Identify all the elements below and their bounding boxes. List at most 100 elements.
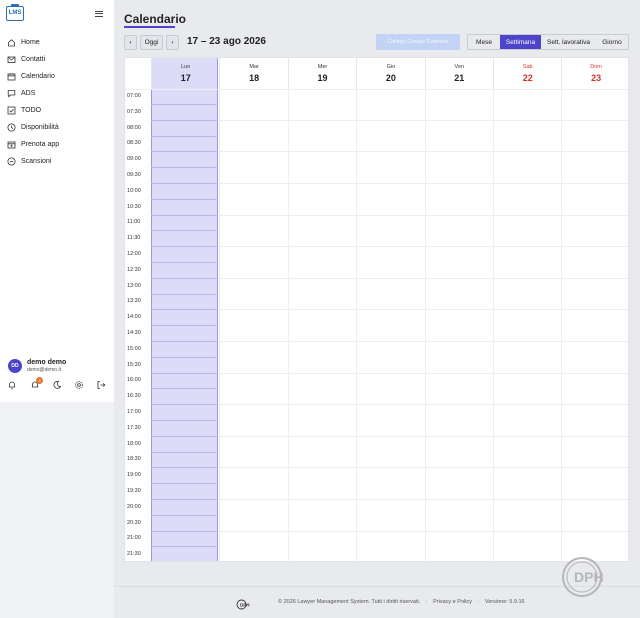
view-week-button[interactable]: Settimana	[500, 35, 541, 49]
gear-icon[interactable]	[74, 380, 84, 390]
sidebar-item-label: ADS	[21, 89, 36, 97]
notification-badge: 4	[36, 377, 43, 384]
hour-line	[219, 530, 628, 532]
hour-line	[219, 246, 628, 248]
home-icon	[7, 38, 16, 47]
view-workweek-button[interactable]: Sett. lavorativa	[541, 35, 596, 49]
footer: © 2026 Lawyer Management System. Tutti i…	[278, 599, 529, 605]
time-label: 20:00	[127, 503, 141, 510]
svg-text:DPH: DPH	[240, 602, 250, 607]
time-slot-line	[151, 483, 218, 485]
time-slot-line	[151, 214, 218, 216]
time-label: 08:00	[127, 124, 141, 131]
time-slot-line	[151, 388, 218, 390]
sidebar-item-calendario[interactable]: Calendario	[7, 69, 107, 83]
day-name: Dom	[590, 64, 602, 70]
version-text: Versione: 5.9.16	[484, 599, 525, 605]
sidebar-item-contatti[interactable]: Contatti	[7, 52, 107, 66]
column-divider	[219, 89, 221, 561]
time-label: 12:30	[127, 266, 141, 273]
app-logo[interactable]: LMS	[6, 6, 24, 21]
bell-icon[interactable]	[7, 380, 17, 390]
view-month-button[interactable]: Mese	[468, 35, 500, 49]
connect-google-calendar-button[interactable]: Collega Google Calendar	[376, 34, 460, 50]
time-slot-line	[151, 309, 218, 311]
day-name: Sab	[522, 64, 533, 70]
day-header-ven[interactable]: Ven 21	[424, 58, 493, 89]
moon-icon[interactable]	[52, 380, 62, 390]
day-header-dom[interactable]: Dom 23	[561, 58, 628, 89]
day-header-mer[interactable]: Mer 19	[287, 58, 356, 89]
sidebar-item-label: Home	[21, 38, 40, 46]
date-range: 17 – 23 ago 2026	[187, 36, 266, 47]
view-day-button[interactable]: Giorno	[596, 35, 628, 49]
time-slot-line	[151, 530, 218, 532]
user-profile[interactable]: DD demo demo demo@demo.it	[8, 358, 108, 374]
sidebar-item-todo[interactable]: TODO	[7, 103, 107, 117]
menu-toggle-icon[interactable]	[95, 11, 103, 17]
footer-separator: ·	[477, 599, 480, 605]
column-divider	[424, 89, 426, 561]
time-label: 20:30	[127, 519, 141, 526]
day-header-gio[interactable]: Gio 20	[356, 58, 424, 89]
time-slot-line	[151, 262, 218, 263]
hour-line	[219, 183, 628, 184]
time-label: 09:00	[127, 156, 141, 163]
dph-watermark-logo: DPH	[560, 555, 622, 599]
time-label: 15:30	[127, 361, 141, 368]
day-header-lun[interactable]: Lun 17	[151, 58, 219, 89]
time-slot-line	[151, 119, 218, 121]
time-label: 17:00	[127, 409, 141, 415]
time-slot-line	[151, 467, 218, 469]
sidebar-item-ads[interactable]: ADS	[7, 86, 107, 100]
day-name: Lun	[181, 64, 191, 70]
day-number: 17	[180, 73, 191, 83]
time-slot-line	[151, 277, 218, 279]
sidebar-item-label: TODO	[21, 106, 42, 114]
time-label: 11:00	[127, 219, 141, 226]
time-label: 21:00	[127, 535, 141, 542]
time-label: 10:30	[127, 203, 141, 210]
checkbox-icon	[7, 106, 16, 115]
column-divider	[287, 89, 289, 561]
prev-button[interactable]: ‹	[124, 35, 137, 50]
hour-line	[219, 277, 628, 279]
sidebar-item-prenota-app[interactable]: Prenota app	[7, 137, 107, 151]
time-label: 16:30	[127, 393, 141, 400]
next-button[interactable]: ›	[166, 35, 179, 50]
time-label: 15:00	[127, 345, 141, 352]
time-slot-line	[151, 104, 218, 105]
time-slot-line	[151, 325, 218, 327]
time-label: 08:30	[127, 140, 141, 147]
avatar: DD	[8, 359, 22, 373]
day-header-mar[interactable]: Mar 18	[219, 58, 287, 89]
time-slot-line	[151, 246, 218, 248]
privacy-link[interactable]: Privacy e Policy	[433, 599, 472, 605]
user-email: demo@demo.it	[27, 367, 61, 373]
sidebar-item-disponibilit[interactable]: Disponibilità	[7, 120, 107, 134]
column-divider	[356, 89, 358, 561]
time-slot-line	[151, 420, 218, 421]
time-label: 19:00	[127, 472, 141, 479]
today-button[interactable]: Oggi	[140, 35, 163, 50]
day-number: 22	[522, 73, 533, 83]
hour-line	[219, 214, 628, 216]
time-slot-line	[151, 167, 218, 169]
logout-icon[interactable]	[96, 380, 106, 390]
app-logo-tab	[11, 4, 19, 7]
time-slot-line	[151, 151, 218, 153]
notifications-icon[interactable]: 4	[30, 377, 43, 390]
time-label: 16:00	[127, 377, 141, 384]
time-slot-line	[151, 135, 218, 137]
chat-icon	[7, 89, 16, 98]
watermark-text: DPH	[574, 569, 604, 585]
sidebar-item-home[interactable]: Home	[7, 35, 107, 49]
day-header-sab[interactable]: Sab 22	[493, 58, 561, 89]
time-label: 07:00	[127, 93, 141, 99]
sidebar-item-scansioni[interactable]: Scansioni	[7, 154, 107, 168]
copyright-text: © 2026 Lawyer Management System. Tutti i…	[278, 599, 421, 605]
scan-icon	[7, 157, 16, 166]
hour-line	[219, 404, 628, 406]
sidebar-item-label: Disponibilità	[21, 123, 59, 131]
dph-logo-icon: DPH	[236, 597, 252, 610]
